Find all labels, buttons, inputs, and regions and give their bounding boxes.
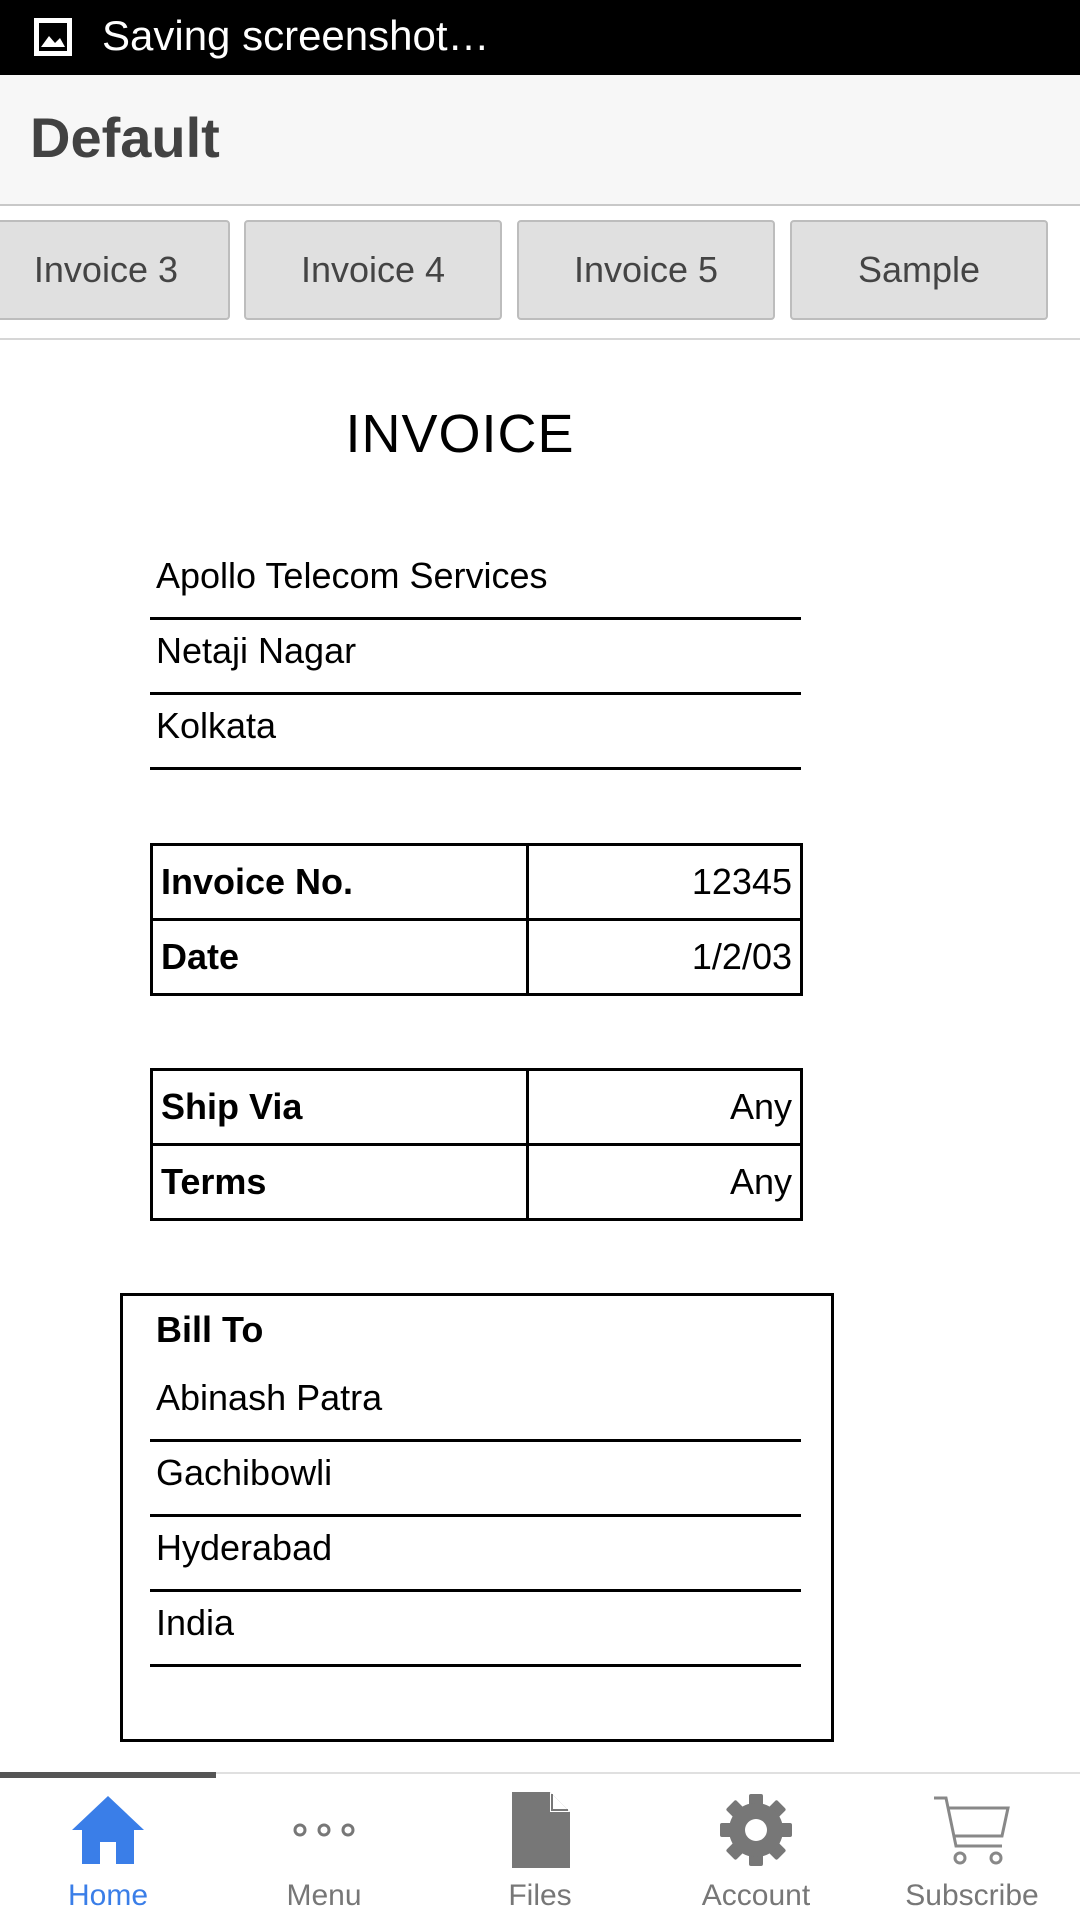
nav-home[interactable]: Home [0, 1774, 216, 1920]
tab-invoice-3[interactable]: Invoice 3 [0, 220, 230, 320]
nav-files[interactable]: Files [432, 1774, 648, 1920]
invoice-number-value[interactable]: 12345 [526, 843, 803, 921]
page-title: Default [30, 106, 220, 169]
invoice-title: INVOICE [345, 404, 575, 464]
ship-via-label: Ship Via [150, 1068, 529, 1146]
from-street-field[interactable]: Netaji Nagar [150, 620, 801, 695]
status-bar: Saving screenshot… [0, 0, 1080, 75]
tab-sample[interactable]: Sample [790, 220, 1048, 320]
nav-subscribe-label: Subscribe [905, 1879, 1039, 1912]
gear-icon [720, 1794, 792, 1866]
tab-strip[interactable]: Invoice 3 Invoice 4 Invoice 5 Sample [0, 206, 1080, 340]
image-icon [34, 18, 72, 56]
shipping-table: Ship Via Any Terms Any [150, 1068, 803, 1221]
from-name-field[interactable]: Apollo Telecom Services [150, 545, 801, 620]
bill-to-area-field[interactable]: Gachibowli [150, 1442, 801, 1517]
nav-account-label: Account [701, 1879, 811, 1912]
terms-value[interactable]: Any [526, 1143, 803, 1221]
table-row: Ship Via Any [150, 1068, 803, 1146]
table-row: Date 1/2/03 [150, 918, 803, 996]
from-city-field[interactable]: Kolkata [150, 695, 801, 770]
nav-files-label: Files [508, 1879, 572, 1912]
nav-menu[interactable]: Menu [216, 1774, 432, 1920]
nav-menu-label: Menu [286, 1879, 362, 1912]
bill-to-city-field[interactable]: Hyderabad [150, 1517, 801, 1592]
bill-to-country-field[interactable]: India [150, 1592, 801, 1667]
terms-label: Terms [150, 1143, 529, 1221]
nav-home-label: Home [67, 1879, 149, 1912]
bottom-navigation: Home Menu Files Account Subscribe [0, 1772, 1080, 1920]
home-icon [72, 1796, 144, 1864]
date-value[interactable]: 1/2/03 [526, 918, 803, 996]
file-icon [512, 1792, 570, 1868]
bill-to-name-field[interactable]: Abinash Patra [150, 1367, 801, 1442]
invoice-details-table: Invoice No. 12345 Date 1/2/03 [150, 843, 803, 996]
table-row: Invoice No. 12345 [150, 843, 803, 921]
cart-icon [934, 1796, 1010, 1865]
tab-invoice-5[interactable]: Invoice 5 [517, 220, 775, 320]
nav-subscribe[interactable]: Subscribe [864, 1774, 1080, 1920]
nav-account[interactable]: Account [648, 1774, 864, 1920]
bill-to-title: Bill To [156, 1309, 264, 1350]
date-label: Date [150, 918, 529, 996]
ship-via-value[interactable]: Any [526, 1068, 803, 1146]
app-bar: Default [0, 75, 1080, 206]
invoice-number-label: Invoice No. [150, 843, 529, 921]
tab-invoice-4[interactable]: Invoice 4 [244, 220, 502, 320]
status-text: Saving screenshot… [102, 12, 490, 59]
table-row: Terms Any [150, 1143, 803, 1221]
more-horizontal-icon [293, 1823, 355, 1837]
